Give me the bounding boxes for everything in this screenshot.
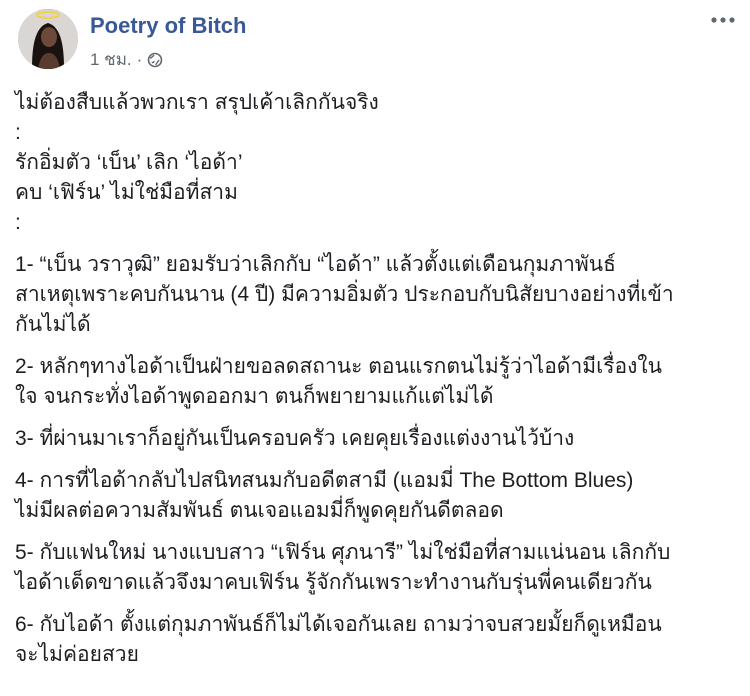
post-header: Poetry of Bitch 1 ชม. · (12, 6, 738, 76)
point-line: กันไม่ได้ (15, 313, 91, 336)
point-1: 1- “เบ็น วราวุฒิ” ยอมรับว่าเลิกกับ “ไอด้… (15, 250, 737, 340)
point-3: 3- ที่ผ่านมาเราก็อยู่กันเป็นครอบครัว เคย… (15, 424, 737, 454)
point-6: 6- กับไอด้า ตั้งแต่กุมภาพันธ์ก็ไม่ได้เจอ… (15, 610, 737, 670)
point-line: 3- ที่ผ่านมาเราก็อยู่กันเป็นครอบครัว เคย… (15, 427, 575, 450)
more-horizontal-icon[interactable] (708, 10, 738, 30)
post-timestamp[interactable]: 1 ชม. (90, 46, 132, 73)
point-line: 2- หลักๆทางไอด้าเป็นฝ่ายขอลดสถานะ ตอนแรก… (15, 355, 663, 378)
point-line: ไม่มีผลต่อความสัมพันธ์ ตนเจอแอมมี่ก็พูดค… (15, 499, 504, 522)
intro-line: รักอิ่มตัว ‘เบ็น’ เลิก ‘ไอด้า’ (15, 151, 243, 174)
point-line: ใจ จนกระทั่งไอด้าพูดออกมา ตนก็พยายามแก้แ… (15, 385, 494, 408)
point-4: 4- การที่ไอด้ากลับไปสนิทสนมกับอดีตสามี (… (15, 466, 737, 526)
globe-icon (147, 52, 163, 68)
intro-line: คบ ‘เฟิร์น’ ไม่ใช่มือที่สาม (15, 181, 238, 204)
point-line: 5- กับแฟนใหม่ นางแบบสาว “เฟิร์น ศุภนารี”… (15, 541, 671, 564)
intro-line: ไม่ต้องสืบแล้วพวกเรา สรุปเค้าเลิกกันจริง (15, 91, 379, 114)
post-meta: 1 ชม. · (90, 46, 163, 73)
author-name-link[interactable]: Poetry of Bitch (90, 13, 246, 39)
post-body: ไม่ต้องสืบแล้วพวกเรา สรุปเค้าเลิกกันจริง… (15, 88, 737, 682)
facebook-post: Poetry of Bitch 1 ชม. · ไม่ต้องสืบแล้วพว… (0, 0, 750, 696)
point-5: 5- กับแฟนใหม่ นางแบบสาว “เฟิร์น ศุภนารี”… (15, 538, 737, 598)
point-line: 6- กับไอด้า ตั้งแต่กุมภาพันธ์ก็ไม่ได้เจอ… (15, 613, 662, 636)
intro-line: : (15, 121, 21, 144)
meta-separator: · (136, 49, 143, 69)
point-2: 2- หลักๆทางไอด้าเป็นฝ่ายขอลดสถานะ ตอนแรก… (15, 352, 737, 412)
point-line: ไอด้าเด็ดขาดแล้วจึงมาคบเฟิร์น รู้จักกันเ… (15, 571, 652, 594)
point-line: 4- การที่ไอด้ากลับไปสนิทสนมกับอดีตสามี (… (15, 469, 634, 492)
point-line: สาเหตุเพราะคบกันนาน (4 ปี) มีความอิ่มตัว… (15, 283, 674, 306)
profile-avatar[interactable] (18, 9, 78, 69)
avatar-image (18, 9, 78, 69)
point-line: 1- “เบ็น วราวุฒิ” ยอมรับว่าเลิกกับ “ไอด้… (15, 253, 616, 276)
intro-line: : (15, 211, 21, 234)
point-line: จะไม่ค่อยสวย (15, 643, 139, 666)
